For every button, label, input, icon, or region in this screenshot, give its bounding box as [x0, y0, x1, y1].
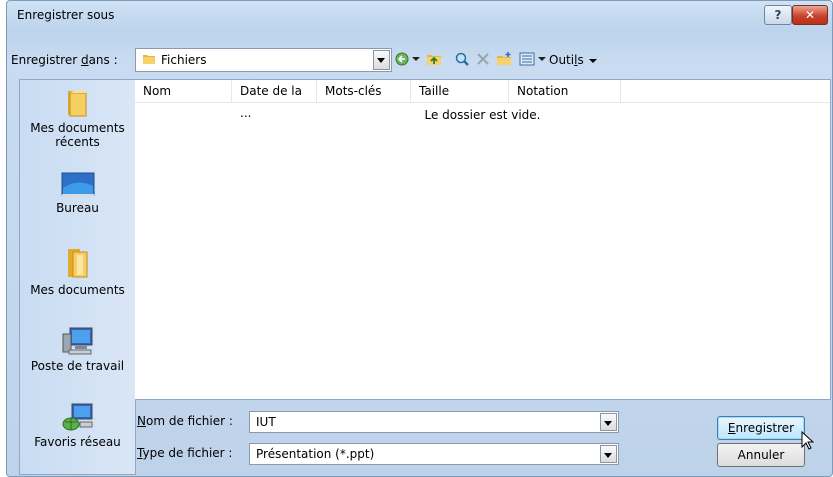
place-desktop[interactable]: Bureau: [20, 172, 135, 215]
documents-folder-icon: [67, 249, 87, 278]
back-arrow-icon: [395, 52, 420, 66]
recent-folder-icon: [67, 91, 86, 117]
folder-icon: [143, 55, 155, 64]
place-label: Favoris réseau: [34, 435, 121, 449]
up-folder-button[interactable]: [425, 51, 443, 67]
mouse-cursor-icon: [801, 431, 815, 450]
place-recent-documents[interactable]: Mes documents récents: [20, 88, 135, 149]
close-button[interactable]: ✕: [792, 5, 828, 25]
column-header-name[interactable]: Nom: [135, 80, 232, 102]
location-dropdown[interactable]: Fichiers: [135, 48, 392, 72]
new-folder-icon: [497, 52, 511, 65]
location-label: Enregistrer dans :: [11, 53, 118, 67]
place-network[interactable]: Favoris réseau: [20, 402, 135, 449]
filename-value: IUT: [256, 415, 276, 429]
delete-button[interactable]: [475, 51, 491, 67]
column-header-date[interactable]: Date de la ...: [232, 80, 317, 120]
filename-label: Nom de fichier :: [137, 414, 233, 428]
network-icon: [62, 403, 92, 431]
filetype-select[interactable]: Présentation (*.ppt): [249, 443, 619, 465]
location-value: Fichiers: [161, 53, 207, 67]
header-divider: [135, 102, 830, 103]
tools-dropdown-icon: [588, 58, 597, 63]
place-label: Mes documents récents: [30, 121, 125, 149]
title-bar: Enregistrer sous ? ✕: [7, 1, 832, 29]
up-folder-icon: [427, 55, 441, 65]
column-header-keywords[interactable]: Mots-clés: [317, 80, 411, 102]
column-header-rating[interactable]: Notation: [509, 80, 621, 102]
place-my-documents[interactable]: Mes documents: [20, 246, 135, 297]
column-header-size[interactable]: Taille: [411, 80, 509, 102]
file-list[interactable]: Nom Date de la ... Mots-clés Taille Nota…: [135, 79, 831, 400]
filetype-dropdown-arrow[interactable]: [600, 445, 617, 463]
views-button[interactable]: [519, 51, 549, 67]
tools-menu[interactable]: Outils: [549, 53, 597, 67]
desktop-icon: [61, 172, 94, 197]
save-button[interactable]: Enregistrer: [717, 416, 805, 440]
search-icon: [455, 52, 469, 66]
views-icon: [519, 52, 546, 66]
location-dropdown-arrow[interactable]: [373, 50, 390, 70]
place-label: Bureau: [56, 201, 99, 215]
computer-icon: [62, 327, 92, 355]
delete-icon: [477, 53, 489, 65]
place-label: Mes documents: [30, 283, 125, 297]
new-folder-button[interactable]: [495, 51, 513, 67]
empty-folder-message: Le dossier est vide.: [424, 108, 541, 122]
dialog-title: Enregistrer sous: [17, 8, 115, 22]
filetype-value: Présentation (*.ppt): [256, 447, 375, 461]
help-button[interactable]: ?: [764, 5, 792, 25]
filetype-label: Type de fichier :: [137, 446, 233, 460]
save-as-dialog: Enregistrer sous ? ✕ Enregistrer dans : …: [6, 0, 833, 477]
search-web-button[interactable]: [453, 51, 471, 67]
places-bar: Mes documents récents Bureau Mes documen…: [19, 79, 136, 475]
cancel-button[interactable]: Annuler: [717, 443, 805, 467]
filename-dropdown-arrow[interactable]: [600, 413, 617, 431]
place-label: Poste de travail: [30, 359, 125, 373]
back-button[interactable]: [395, 51, 423, 67]
filename-input[interactable]: IUT: [249, 411, 619, 433]
place-computer[interactable]: Poste de travail: [20, 326, 135, 373]
